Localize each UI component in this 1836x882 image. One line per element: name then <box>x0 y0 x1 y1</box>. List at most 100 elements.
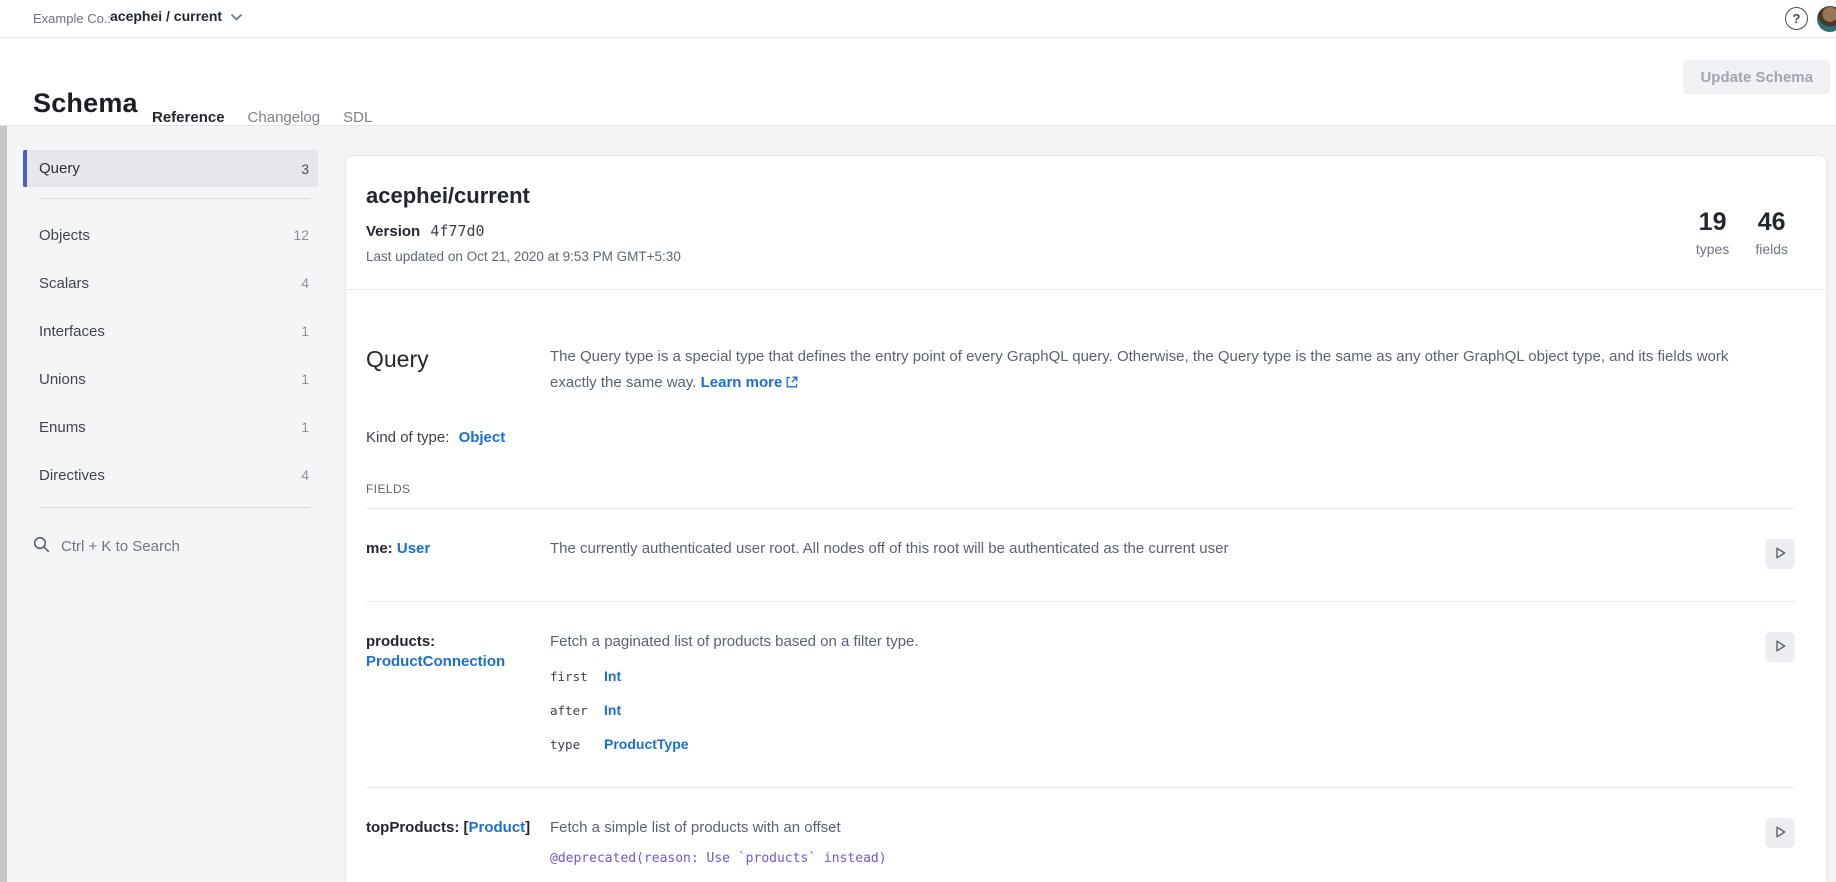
arg-name: type <box>550 735 594 755</box>
sidebar-item-count: 1 <box>301 323 309 339</box>
type-section: Query The Query type is a special type t… <box>346 290 1826 882</box>
update-schema-button[interactable]: Update Schema <box>1683 60 1830 94</box>
help-icon[interactable]: ? <box>1785 7 1808 30</box>
schema-stats: 19 types 46 fields <box>1696 208 1788 257</box>
type-bracket-close: ] <box>525 819 530 836</box>
sidebar-list: Objects 12 Scalars 4 Interfaces 1 Unions… <box>23 211 318 499</box>
sidebar-item-count: 4 <box>301 275 309 291</box>
stat-types: 19 types <box>1696 208 1729 257</box>
arg-type-link[interactable]: Int <box>604 666 1761 686</box>
sidebar-divider <box>39 198 310 199</box>
field-body: Fetch a paginated list of products based… <box>550 632 1761 755</box>
type-description: The Query type is a special type that de… <box>550 344 1755 396</box>
field-description: Fetch a paginated list of products based… <box>550 632 1761 652</box>
field-name: topProducts: [Product] <box>366 818 550 882</box>
last-updated: Last updated on Oct 21, 2020 at 9:53 PM … <box>366 249 1798 264</box>
sidebar-item-label: Query <box>39 160 80 177</box>
stat-label: fields <box>1755 241 1788 257</box>
run-in-explorer-button[interactable] <box>1765 818 1795 848</box>
field-description: The currently authenticated user root. A… <box>550 539 1761 569</box>
graph-selector[interactable]: acephei / current <box>110 8 242 24</box>
stat-value: 46 <box>1755 208 1788 237</box>
tab-reference[interactable]: Reference <box>152 109 225 126</box>
sidebar-item-interfaces[interactable]: Interfaces 1 <box>23 307 318 355</box>
sidebar-item-query[interactable]: Query 3 <box>23 150 318 187</box>
graph-title: acephei/current <box>366 183 1798 209</box>
sidebar-item-label: Unions <box>39 371 86 388</box>
play-icon <box>1772 824 1788 843</box>
schema-type-sidebar: Query 3 Objects 12 Scalars 4 Interfaces … <box>23 150 318 564</box>
learn-more-link[interactable]: Learn more <box>701 374 799 391</box>
sidebar-item-scalars[interactable]: Scalars 4 <box>23 259 318 307</box>
field-type-link[interactable]: ProductConnection <box>366 653 505 670</box>
schema-reference-card: acephei/current Version 4f77d0 Last upda… <box>345 155 1827 882</box>
run-in-explorer-button[interactable] <box>1765 539 1795 569</box>
sidebar-item-count: 3 <box>301 161 309 177</box>
org-label: Example Co.: <box>33 11 111 26</box>
external-link-icon <box>782 374 798 391</box>
search-shortcut[interactable]: Ctrl + K to Search <box>23 528 318 564</box>
type-name: Query <box>366 344 550 396</box>
arg-type-link[interactable]: ProductType <box>604 734 1761 754</box>
deprecated-annotation: @deprecated(reason: Use `products` inste… <box>550 849 1761 869</box>
tab-bar: Reference Changelog SDL <box>152 109 372 126</box>
kind-value-link[interactable]: Object <box>459 429 506 446</box>
arg-row: type ProductType <box>550 734 1761 755</box>
sidebar-item-count: 1 <box>301 419 309 435</box>
avatar[interactable] <box>1817 6 1836 32</box>
type-intro: Query The Query type is a special type t… <box>366 290 1795 396</box>
field-row-topproducts: topProducts: [Product] Fetch a simple li… <box>366 788 1795 882</box>
play-icon <box>1772 545 1788 564</box>
stat-fields: 46 fields <box>1755 208 1788 257</box>
sidebar-item-enums[interactable]: Enums 1 <box>23 403 318 451</box>
kind-of-type-row: Kind of type: Object <box>366 429 1795 446</box>
arg-row: after Int <box>550 700 1761 721</box>
stat-value: 19 <box>1696 208 1729 237</box>
sidebar-item-unions[interactable]: Unions 1 <box>23 355 318 403</box>
content-area: Query 3 Objects 12 Scalars 4 Interfaces … <box>0 126 1836 882</box>
sidebar-item-label: Directives <box>39 467 105 484</box>
stat-label: types <box>1696 241 1729 257</box>
left-scrollbar[interactable] <box>0 126 7 882</box>
search-icon <box>33 536 50 557</box>
sidebar-item-count: 1 <box>301 371 309 387</box>
sidebar-item-label: Interfaces <box>39 323 105 340</box>
tab-sdl[interactable]: SDL <box>343 109 372 126</box>
sidebar-divider <box>39 507 310 508</box>
sidebar-item-count: 12 <box>293 227 309 243</box>
search-hint-label: Ctrl + K to Search <box>61 538 180 555</box>
field-description: Fetch a simple list of products with an … <box>550 818 1761 838</box>
sidebar-item-count: 4 <box>301 467 309 483</box>
run-in-explorer-button[interactable] <box>1765 632 1795 662</box>
page-header: Schema Reference Changelog SDL Update Sc… <box>0 38 1836 126</box>
version-row: Version 4f77d0 <box>366 222 1798 240</box>
sidebar-item-label: Enums <box>39 419 86 436</box>
kind-label: Kind of type: <box>366 429 449 446</box>
arg-name: first <box>550 667 594 687</box>
page-title: Schema <box>33 88 138 119</box>
field-row-me: me: User The currently authenticated use… <box>366 509 1795 602</box>
sidebar-item-label: Objects <box>39 227 90 244</box>
sidebar-item-directives[interactable]: Directives 4 <box>23 451 318 499</box>
chevron-down-icon <box>231 8 242 24</box>
version-value: 4f77d0 <box>430 222 484 240</box>
field-type-link[interactable]: User <box>397 540 430 557</box>
field-row-products: products: ProductConnection Fetch a pagi… <box>366 602 1795 788</box>
play-icon <box>1772 638 1788 657</box>
graph-header: acephei/current Version 4f77d0 Last upda… <box>346 156 1826 290</box>
field-name: me: User <box>366 539 550 569</box>
field-body: Fetch a simple list of products with an … <box>550 818 1761 882</box>
tab-changelog[interactable]: Changelog <box>248 109 321 126</box>
field-name: products: ProductConnection <box>366 632 550 755</box>
arg-name: after <box>550 701 594 721</box>
arg-row: first Int <box>550 666 1761 687</box>
topbar: Example Co.: acephei / current ? <box>0 0 1836 38</box>
arg-type-link[interactable]: Int <box>604 700 1761 720</box>
sidebar-item-label: Scalars <box>39 275 89 292</box>
field-args: first Int after Int type ProductType <box>550 666 1761 755</box>
version-label: Version <box>366 223 420 240</box>
sidebar-item-objects[interactable]: Objects 12 <box>23 211 318 259</box>
fields-heading: FIELDS <box>366 482 1795 496</box>
field-type-link[interactable]: Product <box>469 819 526 836</box>
graph-selector-label: acephei / current <box>110 8 222 24</box>
